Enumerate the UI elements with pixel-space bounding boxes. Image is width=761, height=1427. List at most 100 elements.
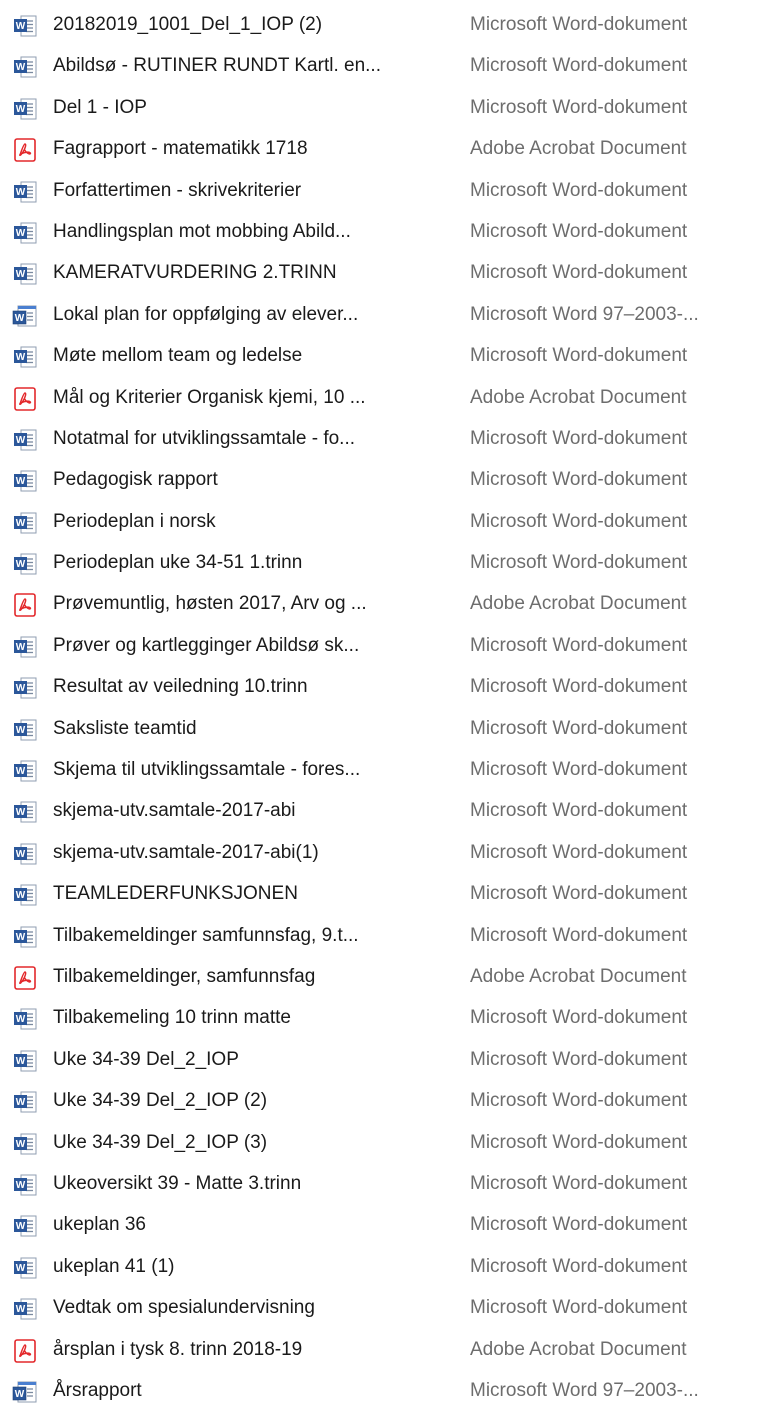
file-row[interactable]: W Saksliste teamtid Microsoft Word-dokumen… xyxy=(0,708,761,749)
file-name[interactable]: KAMERATVURDERING 2.TRINN xyxy=(53,261,453,285)
file-row[interactable]: W Ukeoversikt 39 - Matte 3.trinn Microsoft… xyxy=(0,1163,761,1204)
file-type: Microsoft Word-dokument xyxy=(470,1131,688,1153)
file-name[interactable]: årsplan i tysk 8. trinn 2018-19 xyxy=(53,1338,453,1362)
file-name[interactable]: ukeplan 41 (1) xyxy=(53,1255,453,1279)
svg-text:W: W xyxy=(16,228,26,239)
file-type: Microsoft Word-dokument xyxy=(470,883,688,905)
file-row[interactable]: W Resultat av veiledning 10.trinn Microsof… xyxy=(0,666,761,707)
word-document-icon: W xyxy=(12,1006,38,1032)
file-name[interactable]: Notatmal for utviklingssamtale - fo... xyxy=(53,427,453,451)
svg-text:W: W xyxy=(16,766,26,777)
file-name[interactable]: skjema-utv.samtale-2017-abi xyxy=(53,799,453,823)
file-name[interactable]: ukeplan 36 xyxy=(53,1213,453,1237)
word-document-icon: W xyxy=(12,261,38,287)
file-name[interactable]: Uke 34-39 Del_2_IOP (3) xyxy=(53,1131,453,1155)
file-row[interactable]: W Møte mellom team og ledelse Microsoft Wo… xyxy=(0,335,761,376)
file-row[interactable]: W 20182019_1001_Del_1_IOP (2) Microsoft Wo… xyxy=(0,4,761,45)
file-name[interactable]: Saksliste teamtid xyxy=(53,717,453,741)
file-row[interactable]: W Del 1 - IOP Microsoft Word-dokument xyxy=(0,87,761,128)
file-name[interactable]: Prøver og kartlegginger Abildsø sk... xyxy=(53,634,453,658)
file-row[interactable]: W Forfattertimen - skrivekriterier Microso… xyxy=(0,170,761,211)
word-document-icon: W xyxy=(12,96,38,122)
file-row[interactable]: W Periodeplan i norsk Microsoft Word-dokum… xyxy=(0,501,761,542)
file-name[interactable]: Handlingsplan mot mobbing Abild... xyxy=(53,220,453,244)
svg-text:W: W xyxy=(15,313,25,324)
file-row[interactable]: Wukeplan 36 Microsoft Word-dokument xyxy=(0,1204,761,1245)
file-type: Microsoft Word-dokument xyxy=(470,1255,688,1277)
file-row[interactable]: W Vedtak om spesialundervisning Microsoft … xyxy=(0,1287,761,1328)
file-row[interactable]: W TEAMLEDERFUNKSJONEN Microsoft Word-dokum… xyxy=(0,873,761,914)
file-type: Microsoft Word-dokument xyxy=(470,1090,688,1112)
file-type: Microsoft Word-dokument xyxy=(470,14,688,35)
word-document-icon: W xyxy=(12,1213,38,1239)
file-row[interactable]: Prøvemuntlig, høsten 2017, Arv og ... Ado… xyxy=(0,583,761,624)
file-name[interactable]: 20182019_1001_Del_1_IOP (2) xyxy=(53,13,453,37)
file-name[interactable]: Lokal plan for oppfølging av elever... xyxy=(53,303,453,327)
word-document-icon: W xyxy=(12,179,38,205)
file-row[interactable]: W Tilbakemeling 10 trinn matte Microsoft W… xyxy=(0,997,761,1038)
word-97-document-icon: W xyxy=(12,1379,38,1405)
word-document-icon: W xyxy=(12,1089,38,1115)
pdf-document-icon xyxy=(12,137,38,163)
file-row[interactable]: W Skjema til utviklingssamtale - fores...… xyxy=(0,749,761,790)
word-document-icon: W xyxy=(12,54,38,80)
file-row[interactable]: Wskjema-utv.samtale-2017-abi Microsoft Wo… xyxy=(0,790,761,831)
file-type: Microsoft Word-dokument xyxy=(470,345,688,367)
file-name[interactable]: Pedagogisk rapport xyxy=(53,468,453,492)
file-row[interactable]: W Årsrapport Microsoft Word 97–2003-... xyxy=(0,1370,761,1411)
file-row[interactable]: W Uke 34-39 Del_2_IOP Microsoft Word-dokum… xyxy=(0,1039,761,1080)
word-document-icon: W xyxy=(12,1131,38,1157)
file-name[interactable]: Periodeplan uke 34-51 1.trinn xyxy=(53,551,453,575)
svg-text:W: W xyxy=(16,1015,26,1026)
file-name[interactable]: Ukeoversikt 39 - Matte 3.trinn xyxy=(53,1172,453,1196)
file-row[interactable]: W Handlingsplan mot mobbing Abild... Micro… xyxy=(0,211,761,252)
file-row[interactable]: W Tilbakemeldinger samfunnsfag, 9.t... Mic… xyxy=(0,915,761,956)
svg-text:W: W xyxy=(16,642,26,653)
file-row[interactable]: W Uke 34-39 Del_2_IOP (3) Microsoft Word-d… xyxy=(0,1122,761,1163)
file-row[interactable]: Tilbakemeldinger, samfunnsfag Adobe Acrob… xyxy=(0,956,761,997)
file-name[interactable]: Del 1 - IOP xyxy=(53,96,453,120)
file-name[interactable]: Skjema til utviklingssamtale - fores... xyxy=(53,758,453,782)
file-name[interactable]: Prøvemuntlig, høsten 2017, Arv og ... xyxy=(53,592,453,616)
file-row[interactable]: W Prøver og kartlegginger Abildsø sk... Mi… xyxy=(0,625,761,666)
word-document-icon: W xyxy=(12,799,38,825)
file-row[interactable]: W KAMERATVURDERING 2.TRINN Microsoft Word-… xyxy=(0,252,761,293)
svg-text:W: W xyxy=(16,1097,26,1108)
file-type: Adobe Acrobat Document xyxy=(470,386,687,408)
word-document-icon: W xyxy=(12,13,38,39)
file-type: Adobe Acrobat Document xyxy=(470,138,687,160)
file-row[interactable]: W Uke 34-39 Del_2_IOP (2) Microsoft Word-d… xyxy=(0,1080,761,1121)
file-name[interactable]: Uke 34-39 Del_2_IOP (2) xyxy=(53,1089,453,1113)
file-name[interactable]: Tilbakemeldinger samfunnsfag, 9.t... xyxy=(53,924,453,948)
file-name[interactable]: Møte mellom team og ledelse xyxy=(53,344,453,368)
file-row[interactable]: W Pedagogisk rapport Microsoft Word-dokume… xyxy=(0,459,761,500)
file-name[interactable]: TEAMLEDERFUNKSJONEN xyxy=(53,882,453,906)
word-document-icon: W xyxy=(12,675,38,701)
file-row[interactable]: årsplan i tysk 8. trinn 2018-19 Adobe Acr… xyxy=(0,1329,761,1370)
pdf-document-icon xyxy=(12,592,38,618)
file-row[interactable]: W Notatmal for utviklingssamtale - fo... M… xyxy=(0,418,761,459)
file-name[interactable]: skjema-utv.samtale-2017-abi(1) xyxy=(53,841,453,865)
file-name[interactable]: Årsrapport xyxy=(53,1379,453,1403)
file-name[interactable]: Forfattertimen - skrivekriterier xyxy=(53,179,453,203)
file-row[interactable]: Wskjema-utv.samtale-2017-abi(1) Microsoft… xyxy=(0,832,761,873)
file-type: Microsoft Word-dokument xyxy=(470,55,688,77)
file-name[interactable]: Mål og Kriterier Organisk kjemi, 10 ... xyxy=(53,386,453,410)
file-row[interactable]: W Abildsø - RUTINER RUNDT Kartl. en... Mic… xyxy=(0,45,761,86)
file-name[interactable]: Tilbakemeling 10 trinn matte xyxy=(53,1006,453,1030)
file-name[interactable]: Resultat av veiledning 10.trinn xyxy=(53,675,453,699)
file-name[interactable]: Fagrapport - matematikk 1718 xyxy=(53,137,453,161)
file-type: Microsoft Word-dokument xyxy=(470,469,688,491)
file-name[interactable]: Vedtak om spesialundervisning xyxy=(53,1296,453,1320)
file-name[interactable]: Tilbakemeldinger, samfunnsfag xyxy=(53,965,453,989)
file-row[interactable]: W Periodeplan uke 34-51 1.trinn Microsoft … xyxy=(0,542,761,583)
file-name[interactable]: Abildsø - RUTINER RUNDT Kartl. en... xyxy=(53,54,453,78)
file-type: Microsoft Word-dokument xyxy=(470,717,688,739)
file-row[interactable]: Wukeplan 41 (1) Microsoft Word-dokument xyxy=(0,1246,761,1287)
file-name[interactable]: Uke 34-39 Del_2_IOP xyxy=(53,1048,453,1072)
file-row[interactable]: W Lokal plan for oppfølging av elever... M… xyxy=(0,294,761,335)
file-row[interactable]: Fagrapport - matematikk 1718 Adobe Acroba… xyxy=(0,128,761,169)
svg-text:W: W xyxy=(16,63,26,74)
file-row[interactable]: Mål og Kriterier Organisk kjemi, 10 ... A… xyxy=(0,377,761,418)
file-name[interactable]: Periodeplan i norsk xyxy=(53,510,453,534)
